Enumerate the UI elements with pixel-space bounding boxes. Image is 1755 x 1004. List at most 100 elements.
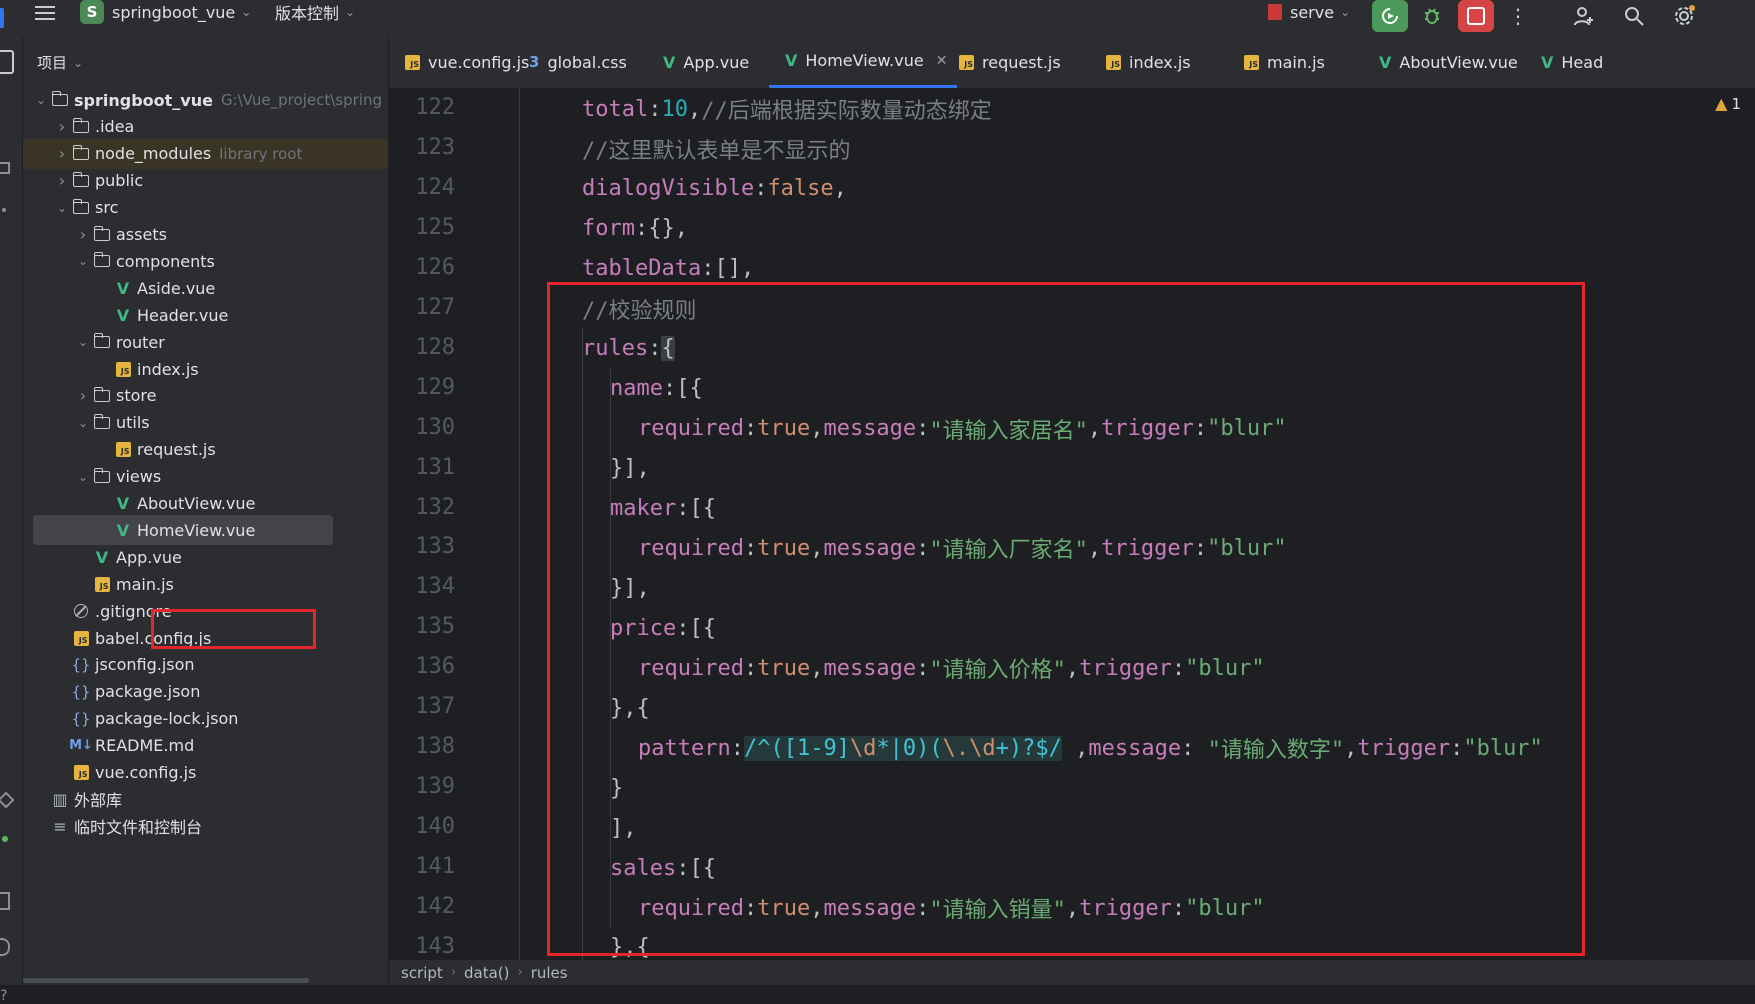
tree-item[interactable]: ▥ 外部库 xyxy=(23,784,388,814)
tree-item[interactable]: › .idea xyxy=(23,112,388,142)
tree-item[interactable]: › store xyxy=(23,381,388,411)
code-line[interactable]: }], xyxy=(610,449,650,489)
editor-tab[interactable]: V Head xyxy=(1541,36,1603,88)
editor-tab[interactable]: JS request.js xyxy=(959,36,1061,88)
services-tool-icon[interactable] xyxy=(0,791,15,809)
editor-tab[interactable]: JS index.js xyxy=(1106,36,1191,88)
tree-item[interactable]: .gitignore xyxy=(23,596,388,626)
code-line[interactable]: ], xyxy=(610,808,637,848)
code-line[interactable]: price:[{ xyxy=(610,608,716,648)
code-line[interactable]: form:{}, xyxy=(582,209,688,249)
tree-item[interactable]: V HomeView.vue xyxy=(33,515,333,546)
tree-item[interactable]: JS request.js xyxy=(23,435,388,465)
chevron-down-icon[interactable]: ⌄ xyxy=(33,93,49,107)
code-line[interactable]: name:[{ xyxy=(610,369,703,409)
chevron-right-icon[interactable]: › xyxy=(54,171,70,190)
help-tool-icon[interactable]: ? xyxy=(0,988,7,1004)
tree-item[interactable]: › assets xyxy=(23,220,388,250)
code-line[interactable]: required: true, message: "请输入厂家名", trigger: "… xyxy=(638,528,1287,568)
tree-item[interactable]: › node_modules library root xyxy=(23,138,388,169)
chevron-down-icon[interactable]: ⌄ xyxy=(75,254,91,268)
editor-tab[interactable]: 3 global.css xyxy=(529,36,627,88)
tree-item[interactable]: JS vue.config.js xyxy=(23,758,388,788)
tree-item[interactable]: V App.vue xyxy=(23,542,388,572)
code-line[interactable]: //校验规则 xyxy=(582,289,697,329)
chevron-down-icon[interactable]: ⌄ xyxy=(75,335,91,349)
tree-item[interactable]: {} package.json xyxy=(23,677,388,707)
tree-item[interactable]: ⌄ components xyxy=(23,246,388,276)
code-editor[interactable]: 122 123 124 125 126 127 128 129 130 131 132 133 134 1… xyxy=(389,88,1755,960)
hamburger-icon[interactable] xyxy=(34,0,56,26)
tree-item[interactable]: V Header.vue xyxy=(23,300,388,330)
run-config-selector[interactable]: serve ⌄ xyxy=(1268,0,1350,24)
code-line[interactable]: rules:{ xyxy=(582,329,675,369)
settings-button[interactable] xyxy=(1666,0,1702,32)
tree-item[interactable]: JS babel.config.js xyxy=(23,623,388,653)
chevron-right-icon[interactable]: › xyxy=(54,144,70,163)
chevron-right-icon[interactable]: › xyxy=(54,117,70,136)
sidebar-horizontal-scrollbar[interactable] xyxy=(23,978,309,983)
stop-button[interactable] xyxy=(1458,0,1494,32)
editor-tab[interactable]: JS vue.config.js xyxy=(405,36,529,88)
code-line[interactable]: sales:[{ xyxy=(610,848,716,888)
code-area[interactable]: total:10,//后端根据实际数量动态绑定//这里默认表单是不显示的 dial… xyxy=(389,88,1755,960)
code-line[interactable]: required: true, message: "请输入价格", trigger: "b… xyxy=(638,648,1265,688)
code-line[interactable]: dialogVisible: false, xyxy=(582,169,847,209)
tree-item[interactable]: V AboutView.vue xyxy=(23,489,388,519)
tree-item[interactable]: M↓ README.md xyxy=(23,731,388,761)
code-line[interactable]: } xyxy=(610,768,623,808)
code-line[interactable]: pattern:/^([1-9] \d *|0)(\.\d +)?$/ , messag… xyxy=(638,728,1543,768)
rerun-button[interactable] xyxy=(1372,0,1408,32)
code-line[interactable]: },{ xyxy=(610,928,650,960)
code-line[interactable]: }], xyxy=(610,568,650,608)
chevron-down-icon[interactable]: ⌄ xyxy=(75,416,91,430)
editor-tab[interactable]: V HomeView.vue ✕ xyxy=(769,36,958,88)
code-line[interactable]: tableData:[], xyxy=(582,249,754,289)
code-with-me-button[interactable] xyxy=(1566,0,1602,32)
project-panel-header[interactable]: 项目 ⌄ xyxy=(37,52,83,73)
close-icon[interactable]: ✕ xyxy=(936,53,948,69)
project-selector[interactable]: S springboot_vue ⌄ xyxy=(80,0,251,24)
code-line[interactable]: maker:[{ xyxy=(610,489,716,529)
project-tool-icon[interactable] xyxy=(0,50,14,74)
chevron-down-icon[interactable]: ⌄ xyxy=(54,201,70,215)
code-line[interactable]: },{ xyxy=(610,688,650,728)
tree-item[interactable]: {} package-lock.json xyxy=(23,704,388,734)
structure-tool-icon[interactable] xyxy=(2,208,6,212)
run-tool-icon[interactable] xyxy=(2,836,8,842)
vcs-menu[interactable]: 版本控制 ⌄ xyxy=(275,0,355,24)
more-actions-button[interactable]: ⋮ xyxy=(1500,0,1536,32)
vue-icon: V xyxy=(1541,52,1554,72)
editor-tab[interactable]: V App.vue xyxy=(663,36,749,88)
tree-item[interactable]: {} jsconfig.json xyxy=(23,650,388,680)
editor-tab[interactable]: JS main.js xyxy=(1244,36,1325,88)
tree-item[interactable]: JS index.js xyxy=(23,354,388,384)
code-line[interactable]: required: true, message: "请输入销量", trigger: "b… xyxy=(638,888,1265,928)
code-line[interactable]: total:10,//后端根据实际数量动态绑定 xyxy=(582,89,992,129)
tree-item[interactable]: ≡ 临时文件和控制台 xyxy=(23,811,388,841)
search-button[interactable] xyxy=(1616,0,1652,32)
inspection-widget[interactable]: ▲ 1 xyxy=(1715,94,1741,113)
tree-item[interactable]: ⌄ springboot_vue G:\Vue_project\spring xyxy=(23,85,388,115)
problems-tool-icon[interactable] xyxy=(0,938,10,956)
commit-tool-icon[interactable] xyxy=(0,162,10,174)
editor-tab[interactable]: V AboutView.vue xyxy=(1379,36,1518,88)
tree-item[interactable]: JS main.js xyxy=(23,569,388,599)
tree-item[interactable]: ⌄ src xyxy=(23,193,388,223)
code-line[interactable]: //这里默认表单是不显示的 xyxy=(582,129,851,169)
chevron-down-icon[interactable]: ⌄ xyxy=(75,470,91,484)
terminal-tool-icon[interactable] xyxy=(0,892,10,910)
tree-item[interactable]: › public xyxy=(23,166,388,196)
tree-item[interactable]: ⌄ views xyxy=(23,462,388,492)
tree-item[interactable]: ⌄ router xyxy=(23,327,388,357)
chevron-right-icon[interactable]: › xyxy=(75,225,91,244)
chevron-right-icon[interactable]: › xyxy=(75,386,91,405)
stop-icon xyxy=(1467,7,1485,25)
tree-item[interactable]: ⌄ utils xyxy=(23,408,388,438)
tree-item[interactable]: V Aside.vue xyxy=(23,273,388,303)
code-line[interactable]: required: true, message: "请输入家居名", trigger: "… xyxy=(638,409,1287,449)
breadcrumb-item[interactable]: script xyxy=(401,964,443,982)
breadcrumb-item[interactable]: data() xyxy=(464,964,510,982)
debug-button[interactable] xyxy=(1414,0,1450,32)
breadcrumb-item[interactable]: rules xyxy=(531,964,568,982)
